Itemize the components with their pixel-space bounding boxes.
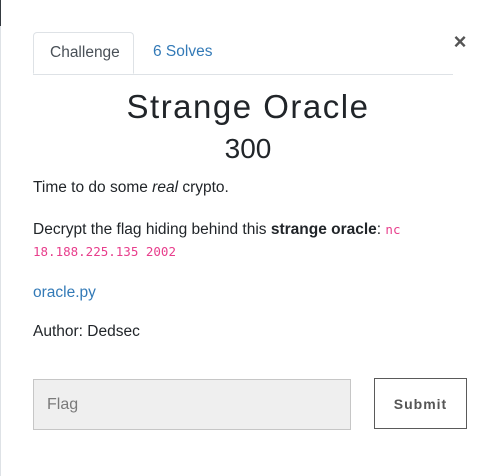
tab-solves[interactable]: 6 Solves bbox=[137, 32, 228, 73]
tab-challenge[interactable]: Challenge bbox=[33, 32, 134, 74]
flag-input[interactable] bbox=[33, 379, 351, 430]
submit-button[interactable]: Submit bbox=[374, 378, 467, 429]
oracle-file-link[interactable]: oracle.py bbox=[33, 284, 96, 302]
intro-text-before: Time to do some bbox=[33, 179, 153, 196]
intro-emphasis: real bbox=[152, 179, 179, 196]
author-text: Author: Dedsec bbox=[33, 323, 140, 340]
left-divider-dark bbox=[0, 0, 1, 26]
challenge-title: Strange Oracle bbox=[126, 88, 370, 125]
netcat-command-address: 18.188.225.135 2002 bbox=[33, 244, 176, 259]
intro-text-after: crypto. bbox=[178, 179, 229, 196]
description-intro: Time to do some real crypto. bbox=[33, 179, 229, 197]
left-divider bbox=[0, 0, 1, 476]
netcat-command-keyword: nc bbox=[385, 222, 401, 237]
decrypt-text-before: Decrypt the flag hiding behind this bbox=[33, 221, 271, 238]
tab-bar: Challenge 6 Solves bbox=[33, 32, 453, 75]
description-decrypt: Decrypt the flag hiding behind this stra… bbox=[33, 219, 433, 263]
challenge-points: 300 bbox=[224, 133, 272, 164]
challenge-modal: × Challenge 6 Solves Strange Oracle 300 … bbox=[0, 0, 496, 476]
decrypt-strong: strange oracle bbox=[270, 221, 377, 238]
close-button[interactable]: × bbox=[451, 30, 469, 54]
